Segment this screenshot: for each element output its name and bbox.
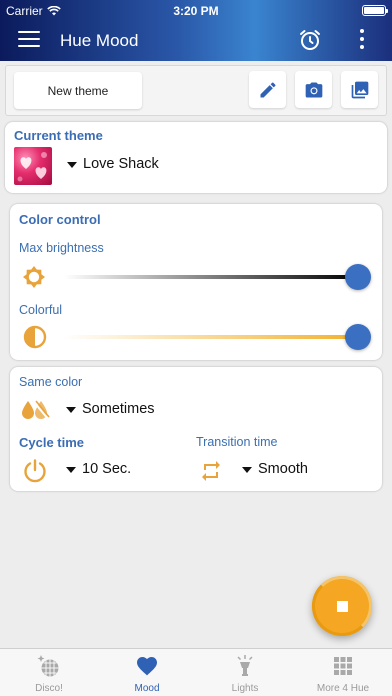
clock: 3:20 PM (173, 4, 219, 18)
max-brightness-label: Max brightness (19, 241, 104, 255)
tab-label: Lights (231, 683, 259, 694)
more-dot (360, 29, 364, 33)
menu-button[interactable] (18, 31, 40, 49)
cycle-time-label: Cycle time (19, 435, 85, 450)
menu-icon-bar (18, 31, 40, 33)
edit-button[interactable] (249, 71, 286, 108)
cycle-time-dropdown[interactable]: 10 Sec. (64, 459, 184, 483)
colorful-label: Colorful (19, 303, 63, 317)
brightness-track (64, 275, 358, 279)
caret-down-icon (67, 162, 77, 168)
grid-icon (334, 657, 352, 675)
theme-thumbnail[interactable] (14, 147, 52, 185)
tab-label: More 4 Hue (316, 683, 370, 694)
bottom-tab-bar: Disco! Mood Lights More 4 Hue (0, 648, 392, 696)
tab-mood[interactable]: Mood (98, 649, 196, 696)
caret-down-icon (66, 407, 76, 413)
camera-icon (305, 82, 322, 97)
lamp-icon (237, 655, 253, 676)
stop-icon (336, 600, 348, 612)
tab-label: Disco! (35, 683, 63, 694)
transition-time-dropdown[interactable]: Smooth (240, 459, 360, 483)
same-color-value: Sometimes (82, 401, 155, 417)
color-control-label: Color control (19, 212, 101, 227)
theme-dropdown[interactable]: Love Shack (65, 154, 285, 178)
transition-time-value: Smooth (258, 461, 308, 477)
disco-ball-icon (37, 655, 59, 677)
heart-icon (137, 657, 157, 676)
battery-icon (362, 5, 388, 16)
current-theme-card: Current theme Love Shack (5, 122, 387, 193)
hearts-image (17, 152, 47, 182)
power-timer-icon (24, 459, 46, 483)
colorful-slider[interactable] (64, 323, 371, 351)
colorful-slider-thumb[interactable] (345, 324, 371, 350)
drops-icon (22, 400, 50, 420)
stop-button[interactable] (312, 576, 372, 636)
max-brightness-slider[interactable] (64, 263, 371, 291)
transition-time-label: Transition time (196, 435, 278, 449)
tab-disco[interactable]: Disco! (0, 649, 98, 696)
app-header: Carrier 3:20 PM Hue Mood (0, 0, 392, 61)
cycle-time-value: 10 Sec. (82, 461, 132, 477)
more-dot (360, 45, 364, 49)
image-icon (351, 81, 368, 98)
contrast-icon (23, 325, 47, 349)
app-bar: Hue Mood (0, 20, 392, 61)
more-options-button[interactable] (352, 29, 372, 51)
same-color-label: Same color (19, 375, 83, 389)
more-dot (360, 37, 364, 41)
menu-icon-bar (18, 38, 40, 40)
new-theme-button[interactable]: New theme (14, 72, 142, 109)
status-bar: Carrier 3:20 PM (0, 0, 392, 20)
theme-toolbar: New theme (5, 65, 387, 116)
camera-button[interactable] (295, 71, 332, 108)
tab-label: Mood (134, 683, 160, 694)
app-title: Hue Mood (60, 31, 139, 50)
colorful-track (64, 335, 358, 339)
brightness-slider-thumb[interactable] (345, 264, 371, 290)
repeat-icon (202, 461, 220, 481)
menu-icon-bar (18, 45, 40, 47)
brightness-icon (23, 266, 45, 288)
alarm-clock-icon[interactable] (298, 28, 322, 52)
tab-lights[interactable]: Lights (196, 649, 294, 696)
theme-name: Love Shack (83, 156, 159, 172)
current-theme-label: Current theme (14, 128, 103, 143)
gallery-button[interactable] (341, 71, 378, 108)
caret-down-icon (66, 467, 76, 473)
caret-down-icon (242, 467, 252, 473)
color-control-card: Color control Max brightness Colorful (10, 204, 382, 360)
same-color-dropdown[interactable]: Sometimes (64, 399, 264, 423)
pencil-icon (260, 81, 276, 97)
cycle-settings-card: Same color Sometimes Cycle time 10 Sec. … (10, 367, 382, 491)
tab-more-4-hue[interactable]: More 4 Hue (294, 649, 392, 696)
